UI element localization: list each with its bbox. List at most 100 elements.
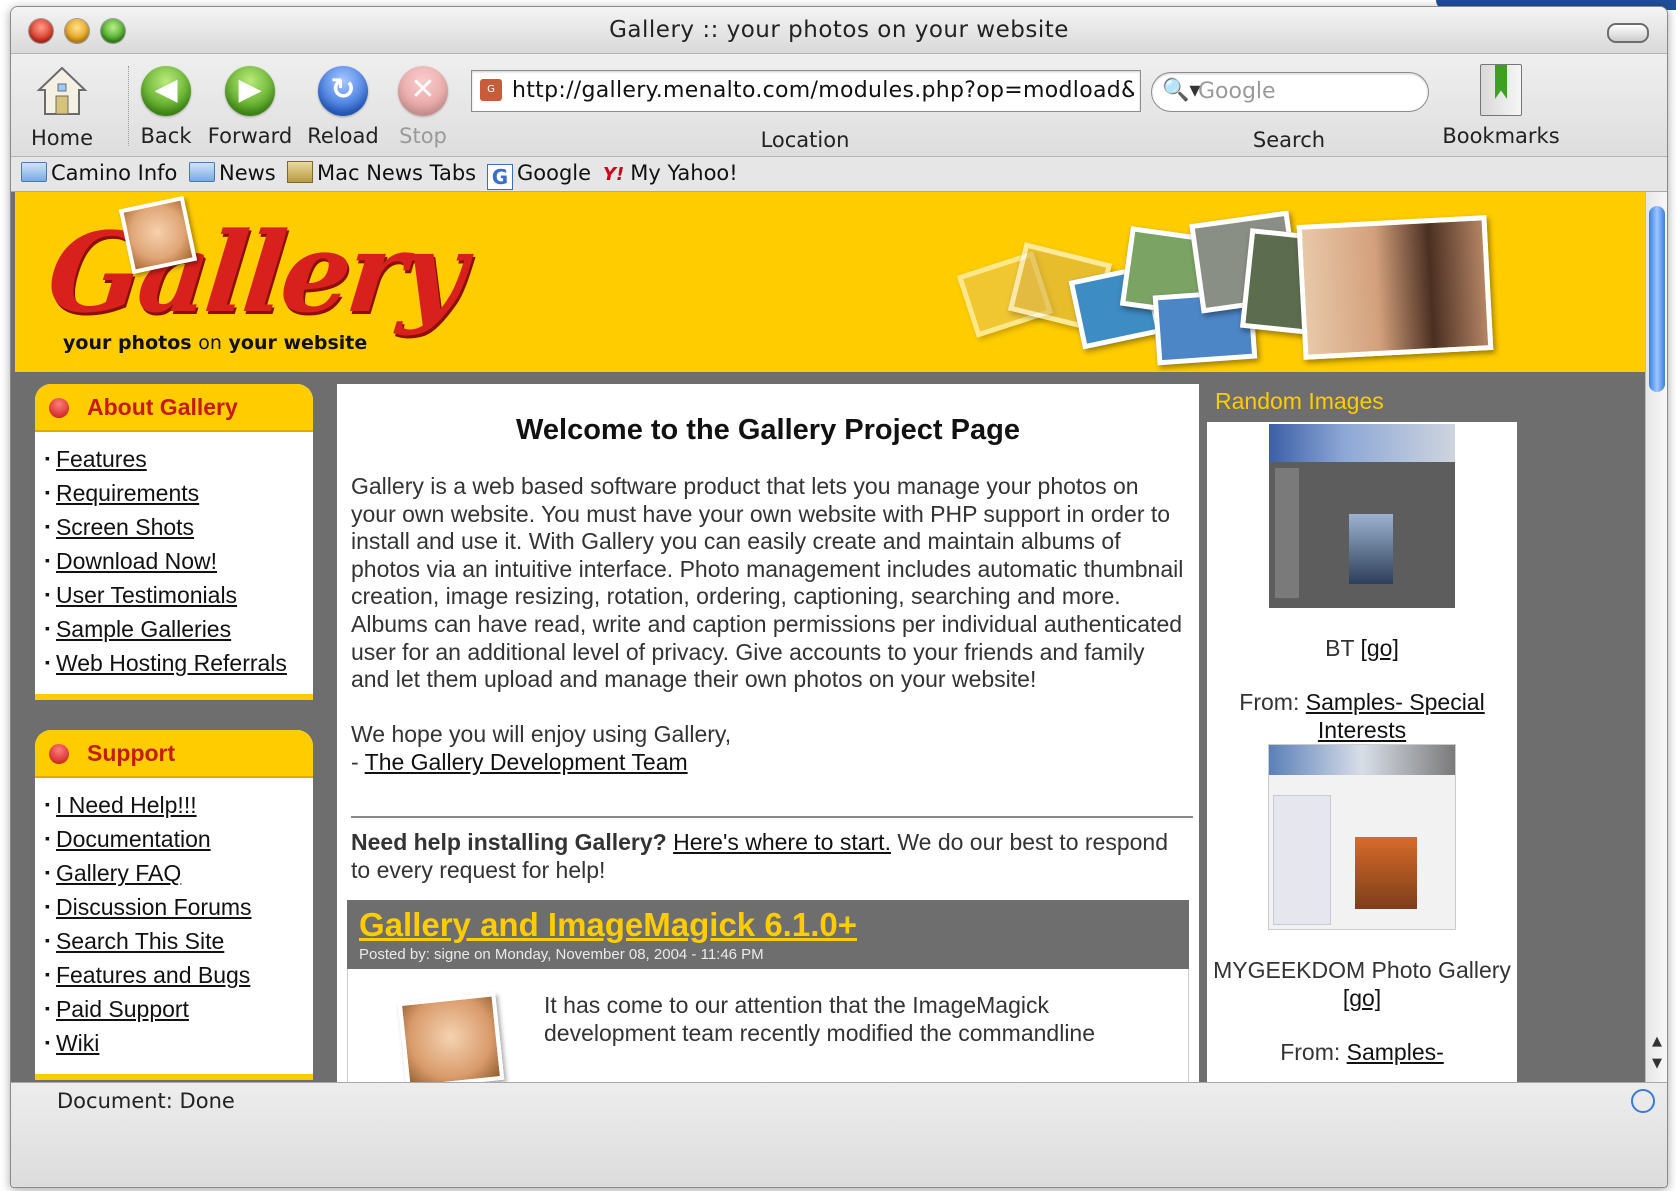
security-status-icon	[1631, 1089, 1655, 1113]
about-gallery-title: About Gallery	[87, 394, 238, 420]
link-user-testimonials[interactable]: User Testimonials	[56, 582, 237, 608]
link-discussion-forums[interactable]: Discussion Forums	[56, 894, 252, 920]
folder-icon	[189, 162, 215, 182]
link-download-now[interactable]: Download Now!	[56, 548, 217, 574]
bookmark-label: Google	[517, 161, 592, 185]
location-label: Location	[760, 128, 850, 152]
window-title: Gallery :: your photos on your website	[609, 17, 1069, 43]
support-title: Support	[87, 740, 176, 766]
bookmark-mac-news-tabs[interactable]: Mac News Tabs	[287, 161, 476, 185]
center-content: Welcome to the Gallery Project Page Gall…	[337, 384, 1199, 1082]
support-list: ▪ I Need Help!!! ▪ Documentation ▪ Gallery …	[35, 778, 313, 1074]
bookmarks-button[interactable]: Bookmarks	[1431, 64, 1571, 148]
forward-arrow-icon: ▶	[225, 66, 275, 116]
list-item: ▪ Features and Bugs	[45, 962, 251, 988]
link-features-and-bugs[interactable]: Features and Bugs	[56, 962, 250, 988]
back-button[interactable]: ◀ Back	[121, 64, 211, 148]
scroll-up-arrow-icon[interactable]: ▲	[1649, 1034, 1665, 1052]
link-documentation[interactable]: Documentation	[56, 826, 211, 852]
bookmark-my-yahoo[interactable]: Y! My Yahoo!	[603, 161, 738, 185]
list-item: ▪ Wiki	[45, 1030, 100, 1056]
left-sidebar: About Gallery ▪ Features ▪ Requirements ▪ S…	[35, 384, 313, 1082]
logo-tagline: your photos on your website	[63, 332, 368, 354]
list-item: ▪ User Testimonials	[45, 582, 238, 608]
forward-button[interactable]: ▶ Forward	[205, 64, 295, 148]
random-image-bt-from: From: Samples- Special Interests	[1239, 689, 1485, 743]
search-placeholder: Google	[1198, 79, 1276, 104]
link-paid-support[interactable]: Paid Support	[56, 996, 189, 1022]
page-content: Gallery your photos on your website Abou…	[11, 192, 1645, 1082]
google-icon: G	[487, 164, 513, 190]
link-samples-special-interests[interactable]: Samples- Special Interests	[1306, 689, 1485, 743]
box-footer	[35, 694, 313, 700]
title-bar[interactable]: Gallery :: your photos on your website	[11, 7, 1667, 54]
page-title: Welcome to the Gallery Project Page	[516, 414, 1020, 446]
folder-icon	[21, 162, 47, 182]
random-image-mygeekdom-caption: MYGEEKDOM Photo Gallery [go]	[1213, 957, 1511, 1011]
list-item: ▪ Discussion Forums	[45, 894, 252, 920]
screenshot-sidebar	[1275, 468, 1299, 598]
vertical-scrollbar[interactable]: ▲ ▼	[1645, 192, 1667, 1082]
link-requirements[interactable]: Requirements	[56, 480, 199, 506]
scrollbar-thumb[interactable]	[1649, 206, 1665, 392]
list-item: ▪ Download Now!	[45, 548, 218, 574]
news-title-link[interactable]: Gallery and ImageMagick 6.1.0+	[359, 906, 1177, 944]
link-sample-galleries[interactable]: Sample Galleries	[56, 616, 231, 642]
back-label: Back	[140, 124, 192, 148]
screenshot-photo	[1349, 514, 1393, 584]
bookmark-news[interactable]: News	[189, 161, 276, 185]
right-sidebar: Random Images BT [go] From: Samples- Spe…	[1207, 384, 1517, 1082]
link-i-need-help[interactable]: I Need Help!!!	[56, 792, 197, 818]
bookmark-google[interactable]: G Google	[487, 161, 591, 190]
link-web-hosting-referrals[interactable]: Web Hosting Referrals	[56, 650, 287, 676]
link-samples[interactable]: Samples-	[1347, 1039, 1444, 1065]
link-go-mygeekdom[interactable]: [go]	[1343, 985, 1381, 1011]
logo-photo	[118, 195, 198, 275]
screenshot-banner	[1269, 745, 1455, 775]
random-image-bt[interactable]	[1269, 424, 1455, 608]
link-features[interactable]: Features	[56, 446, 147, 472]
back-arrow-icon: ◀	[141, 66, 191, 116]
search-engine-icon[interactable]: 🔍▾	[1162, 78, 1200, 103]
link-go-bt[interactable]: [go]	[1361, 635, 1399, 661]
help-paragraph: Need help installing Gallery? Here's whe…	[351, 828, 1185, 884]
link-search-this-site[interactable]: Search This Site	[56, 928, 224, 954]
link-heres-where-to-start[interactable]: Here's where to start.	[673, 829, 891, 855]
link-development-team[interactable]: The Gallery Development Team	[365, 749, 688, 775]
list-item: ▪ Gallery FAQ	[45, 860, 182, 886]
screenshot-sidebar	[1273, 795, 1331, 925]
page-main-area: About Gallery ▪ Features ▪ Requirements ▪ S…	[15, 372, 1645, 1082]
status-bar: Document: Done	[11, 1082, 1667, 1187]
toolbar-toggle-button[interactable]	[1607, 23, 1649, 43]
screenshot-photo	[1355, 837, 1417, 909]
bullet-icon	[49, 744, 69, 764]
list-item: ▪ Requirements	[45, 480, 200, 506]
search-label: Search	[1252, 128, 1326, 152]
bookmark-label: Camino Info	[51, 161, 178, 185]
signature-line: - The Gallery Development Team	[351, 748, 688, 775]
divider	[351, 815, 1193, 818]
link-gallery-faq[interactable]: Gallery FAQ	[56, 860, 181, 886]
link-screen-shots[interactable]: Screen Shots	[56, 514, 194, 540]
collage-photo	[1296, 215, 1494, 360]
help-question: Need help installing Gallery?	[351, 828, 667, 855]
home-button[interactable]: Home	[17, 64, 107, 150]
gallery-logo[interactable]: Gallery	[42, 208, 468, 337]
address-text[interactable]: http://gallery.menalto.com/modules.php?o…	[512, 78, 1134, 103]
address-bar[interactable]: G http://gallery.menalto.com/modules.php…	[471, 70, 1141, 112]
news-header: Gallery and ImageMagick 6.1.0+ Posted by…	[347, 899, 1189, 969]
news-meta: Posted by: signe on Monday, November 08,…	[359, 945, 764, 963]
link-wiki[interactable]: Wiki	[56, 1030, 99, 1056]
intro-paragraph: Gallery is a web based software product …	[351, 473, 1184, 693]
stop-label: Stop	[399, 124, 447, 148]
browser-window: Gallery :: your photos on your website H…	[10, 6, 1668, 1188]
reload-button[interactable]: ↻ Reload	[298, 64, 388, 148]
bookmark-camino-info[interactable]: Camino Info	[21, 161, 177, 185]
random-images-title: Random Images	[1207, 384, 1517, 422]
bullet-icon	[49, 398, 69, 418]
yahoo-icon: Y!	[603, 164, 625, 185]
random-image-mygeekdom[interactable]	[1268, 744, 1456, 930]
search-field[interactable]: 🔍▾ Google	[1151, 72, 1429, 112]
stop-button[interactable]: ✕ Stop	[378, 64, 468, 148]
scroll-down-arrow-icon[interactable]: ▼	[1649, 1056, 1665, 1074]
